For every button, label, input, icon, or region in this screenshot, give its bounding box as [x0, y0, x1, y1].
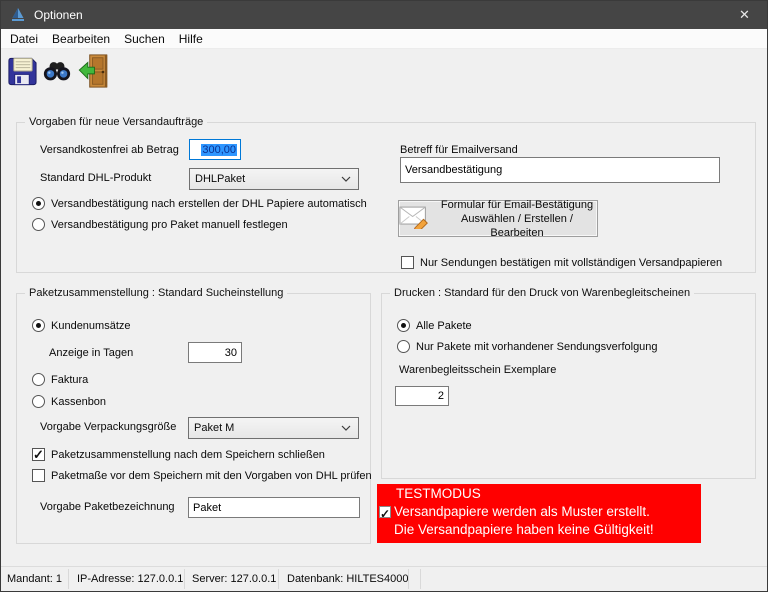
exit-icon[interactable]	[76, 53, 110, 89]
menu-datei[interactable]: Datei	[3, 29, 45, 48]
dhl-product-label: Standard DHL-Produkt	[40, 172, 151, 184]
checkbox-complete-papers[interactable]: Nur Sendungen bestätigen mit vollständig…	[401, 256, 722, 269]
days-input[interactable]	[188, 342, 242, 363]
search-icon[interactable]	[40, 53, 74, 89]
window-title: Optionen	[34, 8, 83, 22]
app-logo-icon	[10, 7, 26, 23]
testmode-line1-row: Versandpapiere werden als Muster erstell…	[394, 503, 701, 521]
status-separator	[184, 569, 185, 589]
radio-all-packages[interactable]: Alle Pakete	[397, 319, 472, 332]
status-separator	[420, 569, 421, 589]
testmode-line2: Die Versandpapiere haben keine Gültigkei…	[394, 521, 701, 539]
email-subject-label: Betreff für Emailversand	[400, 144, 518, 156]
checkbox-check-dimensions[interactable]: Paketmaße vor dem Speichern mit den Vorg…	[32, 469, 372, 482]
chevron-down-icon	[341, 176, 351, 183]
package-name-label: Vorgabe Paketbezeichnung	[40, 501, 175, 513]
radio-icon	[32, 395, 45, 408]
close-button[interactable]: ✕	[722, 1, 767, 29]
title-bar: Optionen ✕	[1, 1, 767, 29]
radio-confirm-manual[interactable]: Versandbestätigung pro Paket manuell fes…	[32, 218, 288, 231]
group-package-title: Paketzusammenstellung : Standard Suchein…	[25, 287, 287, 299]
email-form-button[interactable]: Formular für Email-Bestätigung Auswählen…	[398, 200, 598, 237]
status-separator	[278, 569, 279, 589]
radio-icon	[32, 373, 45, 386]
checkbox-icon	[401, 256, 414, 269]
menu-bar: Datei Bearbeiten Suchen Hilfe	[1, 29, 767, 49]
menu-bearbeiten[interactable]: Bearbeiten	[45, 29, 117, 48]
radio-icon	[32, 197, 45, 210]
menu-suchen[interactable]: Suchen	[117, 29, 172, 48]
chevron-down-icon	[341, 425, 351, 432]
save-icon[interactable]	[4, 53, 38, 89]
radio-icon	[397, 340, 410, 353]
radio-customer-sales[interactable]: Kundenumsätze	[32, 319, 131, 332]
options-window: Optionen ✕ Datei Bearbeiten Suchen Hilfe	[0, 0, 768, 592]
group-print-title: Drucken : Standard für den Druck von War…	[390, 287, 694, 299]
status-bar: Mandant: 1 IP-Adresse: 127.0.0.1 Server:…	[1, 566, 767, 591]
package-name-input[interactable]	[188, 497, 360, 518]
status-server: Server: 127.0.0.1	[192, 573, 276, 585]
checkbox-icon	[32, 469, 45, 482]
radio-invoice[interactable]: Faktura	[32, 373, 88, 386]
packaging-size-label: Vorgabe Verpackungsgröße	[40, 421, 176, 433]
testmode-panel: TESTMODUS Versandpapiere werden als Must…	[377, 484, 701, 543]
status-ip: IP-Adresse: 127.0.0.1	[77, 573, 183, 585]
group-package-assembly: Paketzusammenstellung : Standard Suchein…	[16, 293, 371, 544]
status-separator	[68, 569, 69, 589]
dhl-product-select[interactable]: DHLPaket	[189, 168, 359, 190]
copies-input[interactable]	[395, 386, 449, 406]
radio-icon	[32, 218, 45, 231]
email-subject-input[interactable]	[400, 157, 720, 183]
status-separator	[408, 569, 409, 589]
menu-hilfe[interactable]: Hilfe	[172, 29, 210, 48]
group-shipping-defaults: Vorgaben für neue Versandaufträge Versan…	[16, 122, 756, 273]
status-mandant: Mandant: 1	[7, 573, 62, 585]
radio-icon	[397, 319, 410, 332]
radio-tracked-packages[interactable]: Nur Pakete mit vorhandener Sendungsverfo…	[397, 340, 658, 353]
radio-icon	[32, 319, 45, 332]
days-label: Anzeige in Tagen	[49, 347, 133, 359]
packaging-size-select[interactable]: Paket M	[188, 417, 359, 439]
testmode-title: TESTMODUS	[396, 485, 701, 503]
email-form-icon	[399, 204, 431, 233]
free-amount-input[interactable]: 300,00	[189, 139, 241, 160]
status-database: Datenbank: HILTES4000	[287, 573, 408, 585]
free-amount-label: Versandkostenfrei ab Betrag	[40, 144, 179, 156]
group-shipping-title: Vorgaben für neue Versandaufträge	[25, 116, 207, 128]
copies-label: Warenbegleitsschein Exemplare	[399, 364, 556, 376]
radio-receipt[interactable]: Kassenbon	[32, 395, 106, 408]
group-print-defaults: Drucken : Standard für den Druck von War…	[381, 293, 756, 479]
radio-confirm-auto[interactable]: Versandbestätigung nach erstellen der DH…	[32, 197, 367, 210]
checkbox-icon	[32, 448, 45, 461]
testmode-checkbox[interactable]	[379, 506, 391, 518]
toolbar	[1, 50, 767, 94]
checkbox-close-after-save[interactable]: Paketzusammenstellung nach dem Speichern…	[32, 448, 325, 461]
